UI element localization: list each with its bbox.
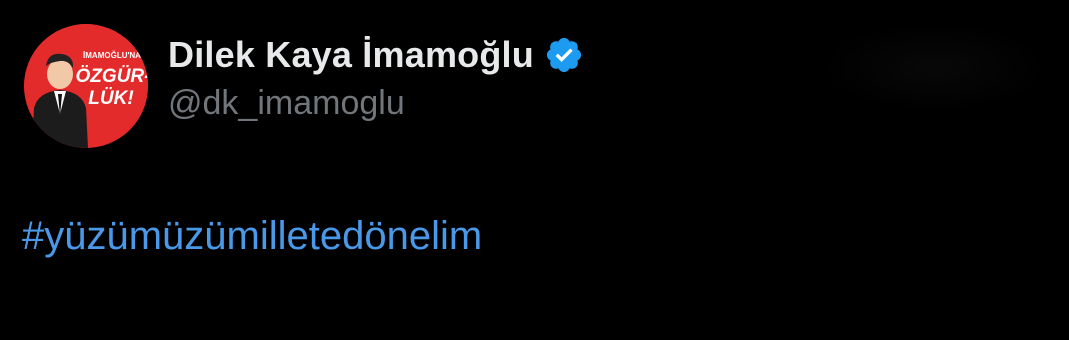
author-handle[interactable]: @dk_imamoglu <box>168 84 405 123</box>
avatar-image: İMAMOĞLU'NA ÖZGÜR- LÜK! <box>24 24 148 148</box>
tweet-card: İMAMOĞLU'NA ÖZGÜR- LÜK! Dilek Kaya İmamo… <box>0 0 1069 340</box>
tweet-body: #yüzümüzümilletedönelim <box>22 214 482 259</box>
hashtag-link[interactable]: #yüzümüzümilletedönelim <box>22 214 482 258</box>
avatar-text-line2: ÖZGÜR- <box>76 66 148 87</box>
author-display-name[interactable]: Dilek Kaya İmamoğlu <box>168 34 534 76</box>
avatar-text-line3: LÜK! <box>88 88 133 109</box>
author-name-row: Dilek Kaya İmamoğlu <box>168 30 584 80</box>
verified-badge-icon[interactable] <box>544 35 584 75</box>
avatar-text-line1: İMAMOĞLU'NA <box>83 51 141 60</box>
profile-avatar[interactable]: İMAMOĞLU'NA ÖZGÜR- LÜK! <box>24 24 148 148</box>
background-shadow <box>820 22 1050 112</box>
